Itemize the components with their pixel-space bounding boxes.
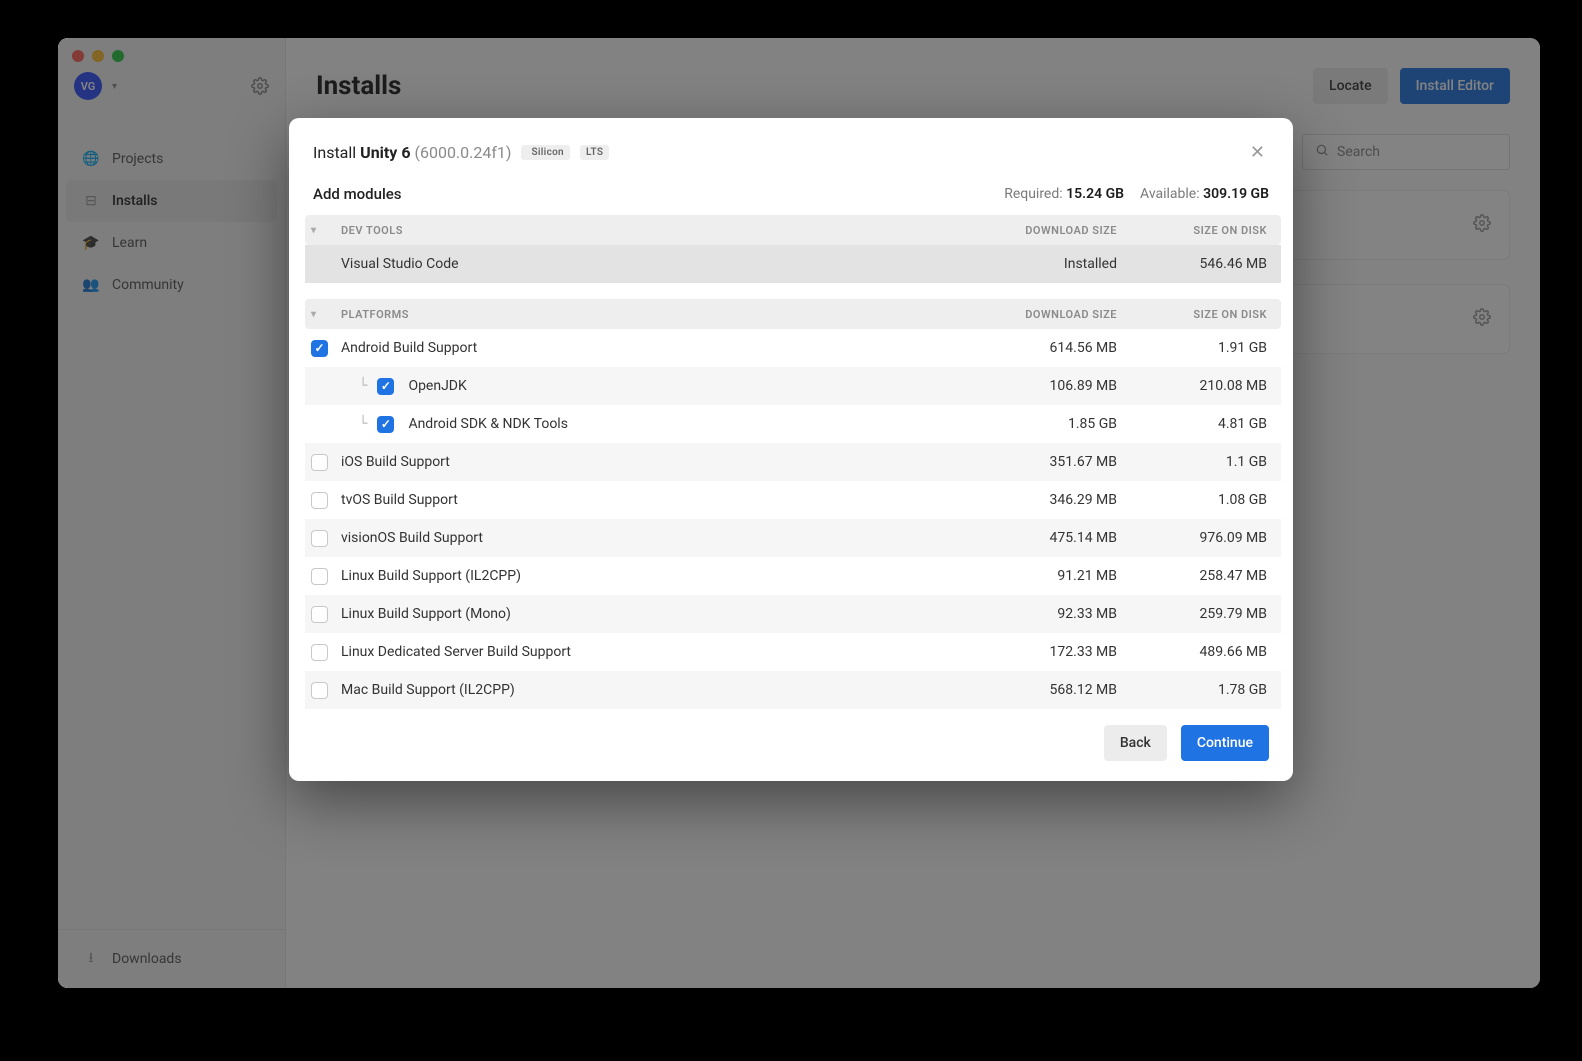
module-row[interactable]: └Android SDK & NDK Tools1.85 GB4.81 GB [305,405,1281,443]
required-size: Required: 15.24 GB [1004,186,1124,202]
module-checkbox[interactable] [311,340,328,357]
module-disk-size: 546.46 MB [1117,256,1267,272]
tree-indent [311,378,328,395]
module-row[interactable]: Mac Build Support (IL2CPP)568.12 MB1.78 … [305,671,1281,709]
section-header: ▾PLATFORMSDOWNLOAD SIZESIZE ON DISK [305,299,1281,329]
module-name: Mac Build Support (IL2CPP) [341,682,967,698]
module-row[interactable]: iOS Build Support351.67 MB1.1 GB [305,443,1281,481]
module-name: Linux Build Support (IL2CPP) [341,568,967,584]
module-name: Linux Build Support (Mono) [341,606,967,622]
module-checkbox[interactable] [311,682,328,699]
continue-button[interactable]: Continue [1181,725,1269,761]
module-download-size: 106.89 MB [967,378,1117,394]
column-disk: SIZE ON DISK [1117,308,1267,321]
available-size: Available: 309.19 GB [1140,186,1269,202]
module-row[interactable]: Linux Dedicated Server Build Support172.… [305,633,1281,671]
back-button[interactable]: Back [1104,725,1167,761]
module-name: Visual Studio Code [341,256,967,272]
module-name: tvOS Build Support [341,492,967,508]
module-download-size: 1.85 GB [967,416,1117,432]
module-download-size: 92.33 MB [967,606,1117,622]
module-disk-size: 976.09 MB [1117,530,1267,546]
module-checkbox[interactable] [311,644,328,661]
module-row[interactable]: Linux Build Support (IL2CPP)91.21 MB258.… [305,557,1281,595]
module-download-size: 346.29 MB [967,492,1117,508]
tree-indent [311,416,328,433]
platform-tag: Silicon [521,145,569,160]
collapse-caret-icon[interactable]: ▾ [311,309,341,320]
module-download-size: 568.12 MB [967,682,1117,698]
module-disk-size: 1.1 GB [1117,454,1267,470]
release-tag: LTS [580,145,609,160]
module-download-size: 91.21 MB [967,568,1117,584]
module-name: Android Build Support [341,340,967,356]
modal-title: Install Unity 6 (6000.0.24f1) [313,143,511,162]
module-row[interactable]: Visual Studio CodeInstalled546.46 MB [305,245,1281,283]
tree-branch-icon: └ [359,378,367,394]
module-disk-size: 1.08 GB [1117,492,1267,508]
module-name: └Android SDK & NDK Tools [341,416,967,433]
module-row[interactable]: Android Build Support614.56 MB1.91 GB [305,329,1281,367]
section-name: DEV TOOLS [341,224,967,237]
module-disk-size: 258.47 MB [1117,568,1267,584]
module-disk-size: 210.08 MB [1117,378,1267,394]
section-name: PLATFORMS [341,308,967,321]
collapse-caret-icon[interactable]: ▾ [311,225,341,236]
module-download-size: Installed [967,256,1117,272]
module-name: Linux Dedicated Server Build Support [341,644,967,660]
column-download: DOWNLOAD SIZE [967,224,1117,237]
module-checkbox[interactable] [311,492,328,509]
module-name: iOS Build Support [341,454,967,470]
column-download: DOWNLOAD SIZE [967,308,1117,321]
module-row[interactable]: Linux Build Support (Mono)92.33 MB259.79… [305,595,1281,633]
section-header: ▾DEV TOOLSDOWNLOAD SIZESIZE ON DISK [305,215,1281,245]
module-disk-size: 1.91 GB [1117,340,1267,356]
column-disk: SIZE ON DISK [1117,224,1267,237]
module-download-size: 172.33 MB [967,644,1117,660]
module-row[interactable]: └OpenJDK106.89 MB210.08 MB [305,367,1281,405]
tree-branch-icon: └ [359,416,367,432]
module-checkbox[interactable] [311,606,328,623]
module-download-size: 475.14 MB [967,530,1117,546]
module-download-size: 351.67 MB [967,454,1117,470]
module-checkbox [311,256,328,273]
module-checkbox[interactable] [311,454,328,471]
modal-subtitle: Add modules [313,185,402,203]
module-checkbox[interactable] [311,568,328,585]
module-name: visionOS Build Support [341,530,967,546]
module-name: └OpenJDK [341,378,967,395]
module-disk-size: 4.81 GB [1117,416,1267,432]
module-checkbox[interactable] [377,378,394,395]
module-download-size: 614.56 MB [967,340,1117,356]
module-row[interactable]: visionOS Build Support475.14 MB976.09 MB [305,519,1281,557]
module-disk-size: 1.78 GB [1117,682,1267,698]
module-disk-size: 489.66 MB [1117,644,1267,660]
module-disk-size: 259.79 MB [1117,606,1267,622]
close-icon[interactable]: ✕ [1246,138,1269,167]
module-row[interactable]: tvOS Build Support346.29 MB1.08 GB [305,481,1281,519]
module-checkbox[interactable] [311,530,328,547]
module-checkbox[interactable] [377,416,394,433]
install-modules-modal: Install Unity 6 (6000.0.24f1) Silicon LT… [289,118,1293,781]
